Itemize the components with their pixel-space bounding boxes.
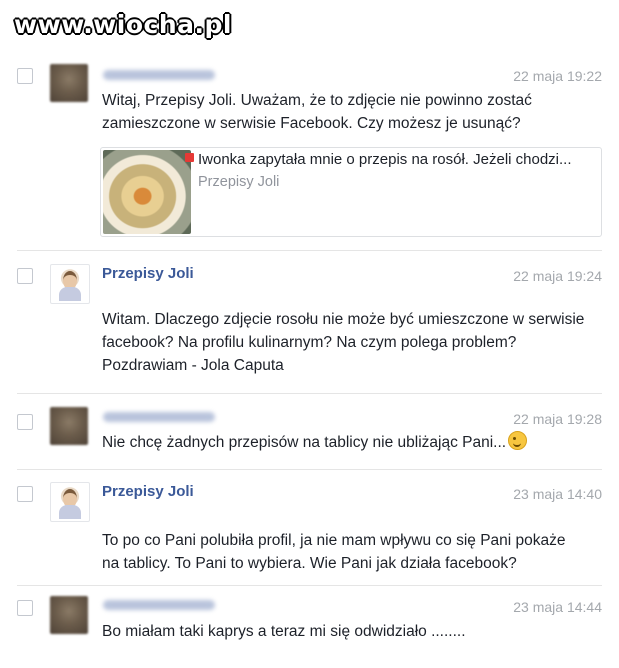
- message-text: Witaj, Przepisy Joli. Uważam, że to zdję…: [102, 89, 602, 135]
- post-thumbnail: [103, 150, 191, 234]
- select-checkbox[interactable]: [17, 68, 33, 84]
- divider: [17, 250, 602, 251]
- message-line: zamieszczone w serwisie Facebook. Czy mo…: [102, 115, 521, 132]
- avatar[interactable]: [50, 407, 88, 445]
- select-checkbox[interactable]: [17, 268, 33, 284]
- divider: [17, 393, 602, 394]
- message-line: Pozdrawiam - Jola Caputa: [102, 357, 284, 374]
- message-line: na tablicy. To Pani to wybiera. Wie Pani…: [102, 555, 517, 572]
- select-checkbox[interactable]: [17, 600, 33, 616]
- divider: [17, 469, 602, 470]
- avatar[interactable]: [50, 264, 90, 304]
- shared-post-card[interactable]: Iwonka zapytała mnie o przepis na rosół.…: [100, 147, 602, 237]
- message-text: To po co Pani polubiła profil, ja nie ma…: [102, 529, 602, 575]
- avatar-body: [59, 287, 81, 301]
- message-text: Bo miałam taki kaprys a teraz mi się odw…: [102, 620, 602, 643]
- select-checkbox[interactable]: [17, 414, 33, 430]
- message-line: Witaj, Przepisy Joli. Uważam, że to zdję…: [102, 92, 532, 109]
- message-text: Witam. Dlaczego zdjęcie rosołu nie może …: [102, 308, 602, 377]
- sender-name[interactable]: Przepisy Joli: [102, 483, 194, 500]
- post-title: Iwonka zapytała mnie o przepis na rosół.…: [198, 151, 572, 168]
- site-watermark: www.wiocha.pl: [14, 10, 232, 39]
- divider: [17, 585, 602, 586]
- sender-name-blurred[interactable]: [103, 412, 215, 422]
- post-source: Przepisy Joli: [198, 174, 280, 190]
- timestamp: 23 maja 14:44: [513, 599, 602, 615]
- sender-name-blurred[interactable]: [103, 70, 215, 80]
- message-line: To po co Pani polubiła profil, ja nie ma…: [102, 532, 566, 549]
- flag-icon: [185, 153, 194, 162]
- message-text: Nie chcę żadnych przepisów na tablicy ni…: [102, 431, 602, 454]
- timestamp: 22 maja 19:24: [513, 268, 602, 284]
- message-line: facebook? Na profilu kulinarnym? Na czym…: [102, 334, 517, 351]
- select-checkbox[interactable]: [17, 486, 33, 502]
- timestamp: 22 maja 19:28: [513, 411, 602, 427]
- avatar[interactable]: [50, 596, 88, 634]
- wink-emoji-icon: [508, 431, 528, 450]
- sender-name-blurred[interactable]: [103, 600, 215, 610]
- sender-name[interactable]: Przepisy Joli: [102, 265, 194, 282]
- avatar-body: [59, 505, 81, 519]
- message-line: Witam. Dlaczego zdjęcie rosołu nie może …: [102, 311, 585, 328]
- message-line: Nie chcę żadnych przepisów na tablicy ni…: [102, 434, 507, 451]
- message-line: Bo miałam taki kaprys a teraz mi się odw…: [102, 623, 466, 640]
- avatar[interactable]: [50, 64, 88, 102]
- timestamp: 23 maja 14:40: [513, 486, 602, 502]
- avatar[interactable]: [50, 482, 90, 522]
- timestamp: 22 maja 19:22: [513, 68, 602, 84]
